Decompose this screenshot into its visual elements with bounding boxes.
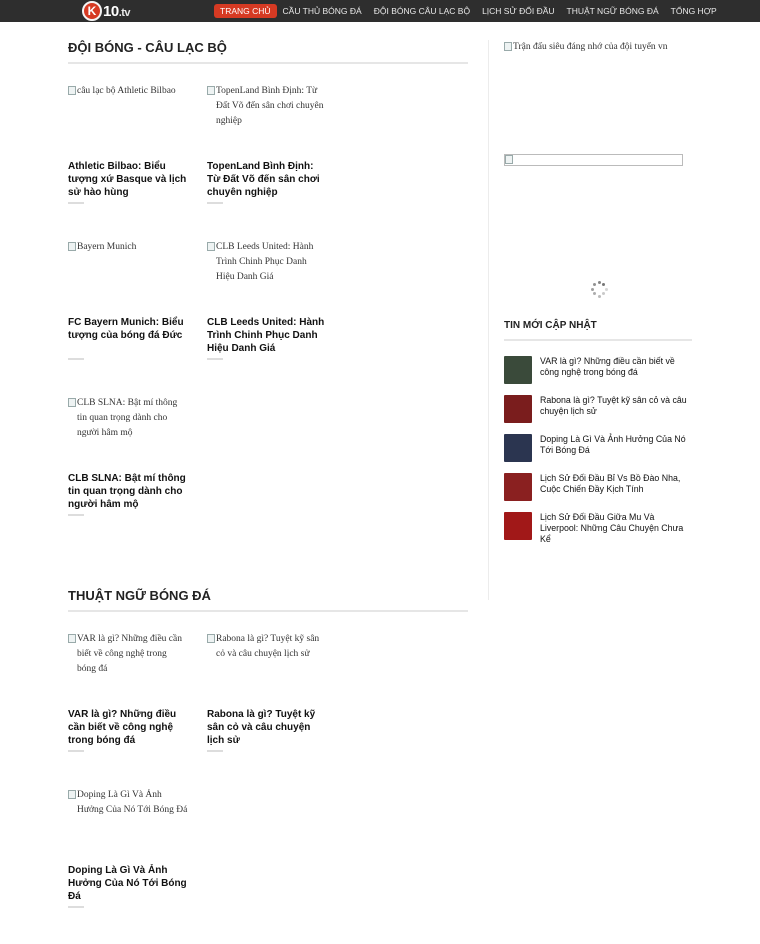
article-thumbnail[interactable]: TopenLand Bình Định: Từ Đất Võ đến sân c… (207, 84, 327, 154)
broken-image-icon (68, 242, 76, 251)
card-divider (68, 358, 84, 360)
section-title[interactable]: THUẬT NGỮ BÓNG ĐÁ (68, 588, 468, 612)
news-thumbnail[interactable] (504, 395, 532, 423)
spinner-dot (597, 294, 601, 298)
section-0: ĐỘI BÓNG - CÂU LẠC BỘ câu lạc bộ Athletic… (68, 40, 468, 552)
broken-image-icon (505, 155, 513, 164)
logo-badge: K (82, 1, 102, 21)
main-content: ĐỘI BÓNG - CÂU LẠC BỘ câu lạc bộ Athletic… (68, 40, 468, 944)
nav-item-1[interactable]: CẦU THỦ BÓNG ĐÁ (277, 4, 368, 18)
article-thumbnail[interactable]: VAR là gì? Những điều cần biết về công n… (68, 632, 188, 702)
news-title[interactable]: Doping Là Gì Và Ảnh Hưởng Của Nó Tới Bón… (540, 434, 692, 473)
top-navbar: K 10.tv TRANG CHỦ CẦU THỦ BÓNG ĐÁ ĐỘI BÓNG… (0, 0, 760, 22)
news-thumbnail[interactable] (504, 473, 532, 501)
article-title[interactable]: FC Bayern Munich: Biểu tượng của bóng đá… (68, 316, 190, 342)
news-item[interactable]: VAR là gì? Những điều cần biết về công n… (504, 356, 692, 395)
news-thumbnail[interactable] (504, 434, 532, 462)
broken-image-icon (68, 398, 76, 407)
broken-image-icon (68, 790, 76, 799)
nav-item-0[interactable]: TRANG CHỦ (214, 4, 277, 18)
article-title[interactable]: Doping Là Gì Và Ảnh Hưởng Của Nó Tới Bón… (68, 864, 190, 903)
news-item[interactable]: Rabona là gì? Tuyệt kỹ sân cỏ và câu chu… (504, 395, 692, 434)
section-1: THUẬT NGỮ BÓNG ĐÁ VAR là gì? Những điều c… (68, 588, 468, 944)
latest-news-heading: TIN MỚI CẬP NHẬT (504, 320, 692, 341)
card-divider (207, 202, 223, 204)
article-title[interactable]: VAR là gì? Những điều cần biết về công n… (68, 708, 190, 747)
spinner-dot (604, 287, 608, 291)
card-divider (68, 906, 84, 908)
sidebar-banner[interactable] (504, 154, 683, 166)
news-thumbnail[interactable] (504, 512, 532, 540)
news-thumbnail[interactable] (504, 356, 532, 384)
card-divider (207, 358, 223, 360)
broken-image-icon (207, 86, 215, 95)
article-card[interactable]: TopenLand Bình Định: Từ Đất Võ đến sân c… (207, 84, 346, 240)
article-thumbnail[interactable]: câu lạc bộ Athletic Bilbao (68, 84, 188, 154)
logo-text: 10.tv (103, 2, 131, 20)
news-title[interactable]: Lịch Sử Đối Đầu Giữa Mu Và Liverpool: Nh… (540, 512, 692, 551)
loading-spinner-icon (589, 279, 609, 299)
nav-item-3[interactable]: LỊCH SỬ ĐỐI ĐẦU (476, 4, 560, 18)
article-card[interactable]: CLB SLNA: Bật mí thông tin quan trọng dà… (68, 396, 207, 552)
news-item[interactable]: Lịch Sử Đối Đầu Bỉ Vs Bồ Đào Nha, Cuộc C… (504, 473, 692, 512)
article-card[interactable]: câu lạc bộ Athletic Bilbao Athletic Bilba… (68, 84, 207, 240)
spinner-dot (602, 282, 606, 286)
news-item[interactable]: Lịch Sử Đối Đầu Giữa Mu Và Liverpool: Nh… (504, 512, 692, 551)
sidebar-divider (488, 40, 489, 600)
news-title[interactable]: Rabona là gì? Tuyệt kỹ sân cỏ và câu chu… (540, 395, 692, 434)
card-divider (68, 202, 84, 204)
nav-item-4[interactable]: THUẬT NGỮ BÓNG ĐÁ (561, 4, 665, 18)
article-thumbnail[interactable]: Doping Là Gì Và Ảnh Hưởng Của Nó Tới Bón… (68, 788, 188, 858)
nav-item-5[interactable]: TỔNG HỢP (665, 4, 723, 18)
news-item[interactable]: Doping Là Gì Và Ảnh Hưởng Của Nó Tới Bón… (504, 434, 692, 473)
sidebar: Trận đấu siêu đáng nhớ của đội tuyển vn … (504, 40, 692, 544)
section-title[interactable]: ĐỘI BÓNG - CÂU LẠC BỘ (68, 40, 468, 64)
article-title[interactable]: CLB Leeds United: Hành Trình Chinh Phục … (207, 316, 329, 355)
article-title[interactable]: Rabona là gì? Tuyệt kỹ sân cỏ và câu chu… (207, 708, 329, 747)
card-grid: câu lạc bộ Athletic Bilbao Athletic Bilba… (68, 84, 468, 552)
card-grid: VAR là gì? Những điều cần biết về công n… (68, 632, 468, 944)
broken-image-icon (68, 634, 76, 643)
article-thumbnail[interactable]: CLB SLNA: Bật mí thông tin quan trọng dà… (68, 396, 188, 466)
spinner-dot (590, 287, 594, 291)
site-logo[interactable]: K 10.tv (82, 0, 131, 22)
article-thumbnail[interactable]: Rabona là gì? Tuyệt kỹ sân cỏ và câu chu… (207, 632, 327, 702)
article-title[interactable]: TopenLand Bình Định: Từ Đất Võ đến sân c… (207, 160, 329, 199)
main-menu: TRANG CHỦ CẦU THỦ BÓNG ĐÁ ĐỘI BÓNG CÂU LẠC… (214, 4, 723, 18)
article-card[interactable]: CLB Leeds United: Hành Trình Chinh Phục … (207, 240, 346, 396)
broken-image-icon (68, 86, 76, 95)
card-divider (68, 514, 84, 516)
sidebar-ad-image[interactable]: Trận đấu siêu đáng nhớ của đội tuyển vn (504, 40, 692, 54)
article-title[interactable]: CLB SLNA: Bật mí thông tin quan trọng dà… (68, 472, 190, 511)
card-divider (207, 750, 223, 752)
spinner-dot (592, 292, 596, 296)
card-divider (68, 750, 84, 752)
spinner-dot (592, 282, 596, 286)
spinner-dot (602, 292, 606, 296)
broken-image-icon (207, 634, 215, 643)
article-title[interactable]: Athletic Bilbao: Biểu tượng xứ Basque và… (68, 160, 190, 199)
article-card[interactable]: Rabona là gì? Tuyệt kỹ sân cỏ và câu chu… (207, 632, 346, 788)
latest-news-list: VAR là gì? Những điều cần biết về công n… (504, 356, 692, 551)
broken-image-icon (504, 42, 512, 51)
article-thumbnail[interactable]: CLB Leeds United: Hành Trình Chinh Phục … (207, 240, 327, 310)
article-card[interactable]: VAR là gì? Những điều cần biết về công n… (68, 632, 207, 788)
article-thumbnail[interactable]: Bayern Munich (68, 240, 188, 310)
nav-item-2[interactable]: ĐỘI BÓNG CÂU LẠC BỘ (368, 4, 476, 18)
article-card[interactable]: Bayern Munich FC Bayern Munich: Biểu tượn… (68, 240, 207, 396)
news-title[interactable]: VAR là gì? Những điều cần biết về công n… (540, 356, 692, 395)
news-title[interactable]: Lịch Sử Đối Đầu Bỉ Vs Bồ Đào Nha, Cuộc C… (540, 473, 692, 512)
spinner-dot (597, 280, 601, 284)
article-card[interactable]: Doping Là Gì Và Ảnh Hưởng Của Nó Tới Bón… (68, 788, 207, 944)
broken-image-icon (207, 242, 215, 251)
